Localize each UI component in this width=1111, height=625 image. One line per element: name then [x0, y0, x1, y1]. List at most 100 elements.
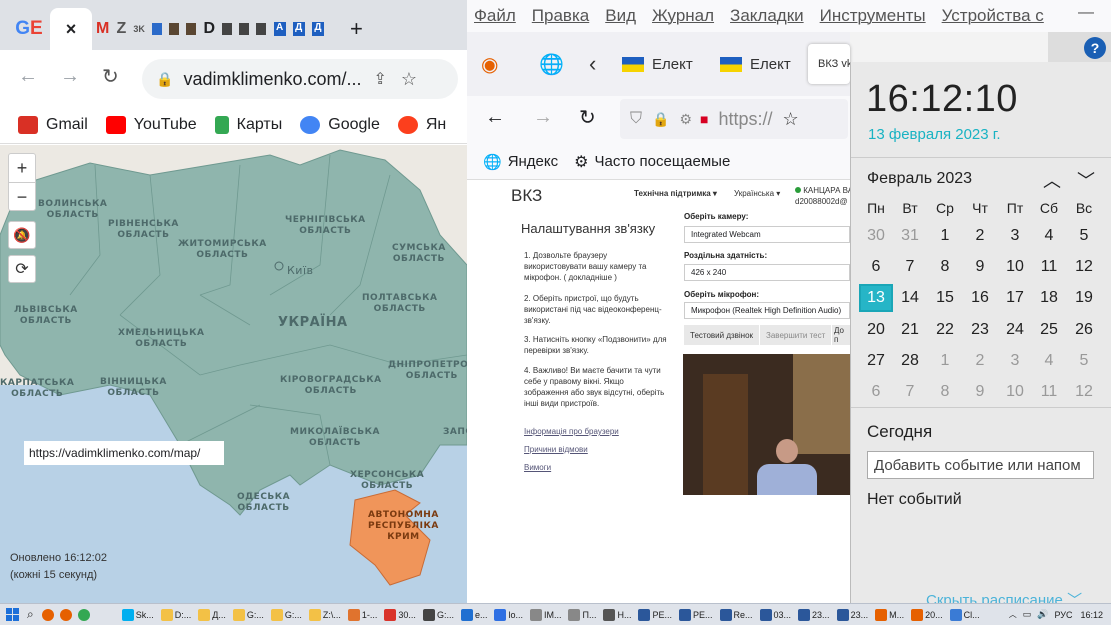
taskbar-app-button[interactable]: IM...	[529, 608, 561, 621]
tabs-scroll-left-icon[interactable]: ‹	[589, 44, 596, 84]
add-event-input[interactable]: Добавить событие или напом	[867, 451, 1094, 479]
calendar-day[interactable]: 8	[928, 253, 962, 281]
help-icon[interactable]: ?	[1084, 37, 1106, 59]
new-tab-button[interactable]: +	[350, 8, 370, 50]
calendar-day[interactable]: 5	[1067, 222, 1101, 250]
calendar-day[interactable]: 9	[963, 378, 997, 406]
firefox-view-icon[interactable]: ◉	[481, 44, 498, 84]
calendar-day[interactable]: 20	[859, 316, 893, 344]
calendar-day[interactable]: 14	[893, 284, 927, 312]
address-text[interactable]: vadimklimenko.com/...	[183, 69, 361, 90]
end-test-button[interactable]: Завершити тест	[760, 325, 832, 345]
network-icon[interactable]: ▭	[1023, 609, 1032, 620]
share-icon[interactable]: ⇪	[374, 69, 387, 89]
taskbar-app-button[interactable]: e...	[460, 608, 487, 621]
calendar-day[interactable]: 11	[1032, 378, 1066, 406]
search-icon[interactable]: ⌕	[27, 607, 34, 622]
back-arrow-icon[interactable]: ←	[18, 65, 38, 88]
calendar-day[interactable]: 18	[1032, 284, 1066, 312]
calendar-day[interactable]: 10	[998, 253, 1032, 281]
forward-arrow-icon[interactable]: →	[60, 65, 80, 88]
taskbar-app-button[interactable]: Re...	[719, 608, 753, 621]
close-icon[interactable]: ×	[66, 19, 77, 40]
bookmark-google[interactable]: Google	[300, 115, 380, 134]
support-menu[interactable]: Технічна підтримка ▾	[634, 188, 717, 199]
taskbar-app-button[interactable]: Д...	[198, 608, 226, 621]
alert-map[interactable]: ВОЛИНСЬКА ОБЛАСТЬ РІВНЕНСЬКА ОБЛАСТЬ ЖИТОМ…	[0, 145, 467, 603]
resolution-select[interactable]: 426 x 240	[684, 264, 850, 281]
chrome-tab-favicon-ge[interactable]: GE	[8, 8, 50, 50]
calendar-day[interactable]: 19	[1067, 284, 1101, 312]
calendar-day[interactable]: 25	[1032, 316, 1066, 344]
firefox-pinned-icon[interactable]	[59, 608, 72, 621]
calendar-day[interactable]: 30	[859, 222, 893, 250]
volume-icon[interactable]: 🔊	[1037, 609, 1048, 620]
bookmark-youtube[interactable]: YouTube	[105, 115, 197, 134]
calendar-day[interactable]: 10	[998, 378, 1032, 406]
refresh-icon[interactable]: ⟳	[8, 255, 36, 283]
mute-bell-icon[interactable]: 🔕	[8, 221, 36, 249]
calendar-day[interactable]: 17	[998, 284, 1032, 312]
lock-icon[interactable]: 🔒	[652, 111, 669, 128]
zoom-out-button[interactable]: −	[9, 182, 35, 210]
firefox-tab-active[interactable]: ВКЗ vk	[808, 44, 850, 84]
calendar-day[interactable]: 26	[1067, 316, 1101, 344]
menu-file[interactable]: Файл	[474, 6, 516, 26]
minimize-icon[interactable]: —	[1078, 4, 1094, 22]
taskbar-app-button[interactable]: М...	[875, 608, 904, 621]
globe-icon[interactable]: 🌐	[539, 44, 564, 84]
camera-active-icon[interactable]: ■	[700, 111, 708, 127]
chevron-up-icon[interactable]: ︿	[1043, 167, 1061, 193]
permissions-icon[interactable]: ⚙	[679, 111, 692, 128]
calendar-day[interactable]: 21	[893, 316, 927, 344]
taskbar-app-button[interactable]: РЕ...	[638, 608, 672, 621]
chrome-tab-group[interactable]: M Z 3K D A Д Д	[92, 8, 328, 50]
chrome-tab-active[interactable]: ×	[50, 8, 92, 50]
user-block[interactable]: КАНЦАРА ВАЛ d20088002d@	[795, 185, 858, 207]
link-requirements[interactable]: Вимоги	[524, 462, 551, 473]
calendar-day[interactable]: 6	[859, 253, 893, 281]
calendar-day[interactable]: 5	[1067, 347, 1101, 375]
taskbar-app-button[interactable]: 23...	[836, 608, 868, 621]
taskbar-app-button[interactable]: Sk...	[121, 608, 154, 621]
firefox-address-bar[interactable]: ⛉ 🔒 ⚙ ■ https:// ☆	[620, 99, 848, 139]
bookmark-star-icon[interactable]: ☆	[783, 109, 799, 130]
menu-bookmarks[interactable]: Закладки	[730, 6, 804, 26]
test-call-button[interactable]: Тестовий дзвінок	[684, 325, 760, 345]
chevron-down-icon[interactable]: ﹀	[1077, 167, 1095, 193]
firefox-address-text[interactable]: https://	[718, 109, 772, 130]
chrome-pinned-icon[interactable]	[77, 608, 90, 621]
calendar-day[interactable]: 27	[859, 347, 893, 375]
reload-icon[interactable]: ↻	[102, 64, 119, 89]
bookmark-yandex[interactable]: Яндекс	[508, 153, 558, 170]
more-button[interactable]: До п	[832, 325, 850, 345]
shield-icon[interactable]: ⛉	[630, 110, 642, 128]
taskbar-app-button[interactable]: РЕ...	[679, 608, 713, 621]
taskbar-app-button[interactable]: Cl...	[949, 608, 980, 621]
calendar-day[interactable]: 8	[928, 378, 962, 406]
back-arrow-icon[interactable]: ←	[485, 106, 505, 129]
language-menu[interactable]: Українська ▾	[734, 188, 780, 199]
menu-history[interactable]: Журнал	[652, 6, 714, 26]
zoom-in-button[interactable]: +	[17, 154, 28, 182]
firefox-tab-1[interactable]: Елект	[622, 44, 693, 84]
calendar-day[interactable]: 24	[998, 316, 1032, 344]
menu-view[interactable]: Вид	[605, 6, 636, 26]
calendar-day[interactable]: 4	[1032, 347, 1066, 375]
calendar-day[interactable]: 11	[1032, 253, 1066, 281]
chrome-address-bar[interactable]: 🔒 vadimklimenko.com/... ⇪ ☆	[142, 59, 458, 99]
calendar-day[interactable]: 3	[998, 222, 1032, 250]
microphone-select[interactable]: Микрофон (Realtek High Definition Audio)	[684, 302, 850, 319]
taskbar-app-button[interactable]: G:...	[422, 608, 454, 621]
taskbar-app-button[interactable]: G:...	[270, 608, 302, 621]
calendar-month[interactable]: Февраль 2023	[867, 170, 972, 188]
calendar-day[interactable]: 4	[1032, 222, 1066, 250]
taskbar-app-button[interactable]: П...	[568, 608, 596, 621]
calendar-day[interactable]: 28	[893, 347, 927, 375]
taskbar-app-button[interactable]: Н...	[603, 608, 631, 621]
bookmark-yandex[interactable]: Ян	[397, 115, 446, 134]
keyboard-language[interactable]: РУС	[1054, 610, 1072, 620]
menu-devices[interactable]: Устройства с	[942, 6, 1044, 26]
calendar-day[interactable]: 3	[998, 347, 1032, 375]
taskbar-app-button[interactable]: D:...	[160, 608, 191, 621]
